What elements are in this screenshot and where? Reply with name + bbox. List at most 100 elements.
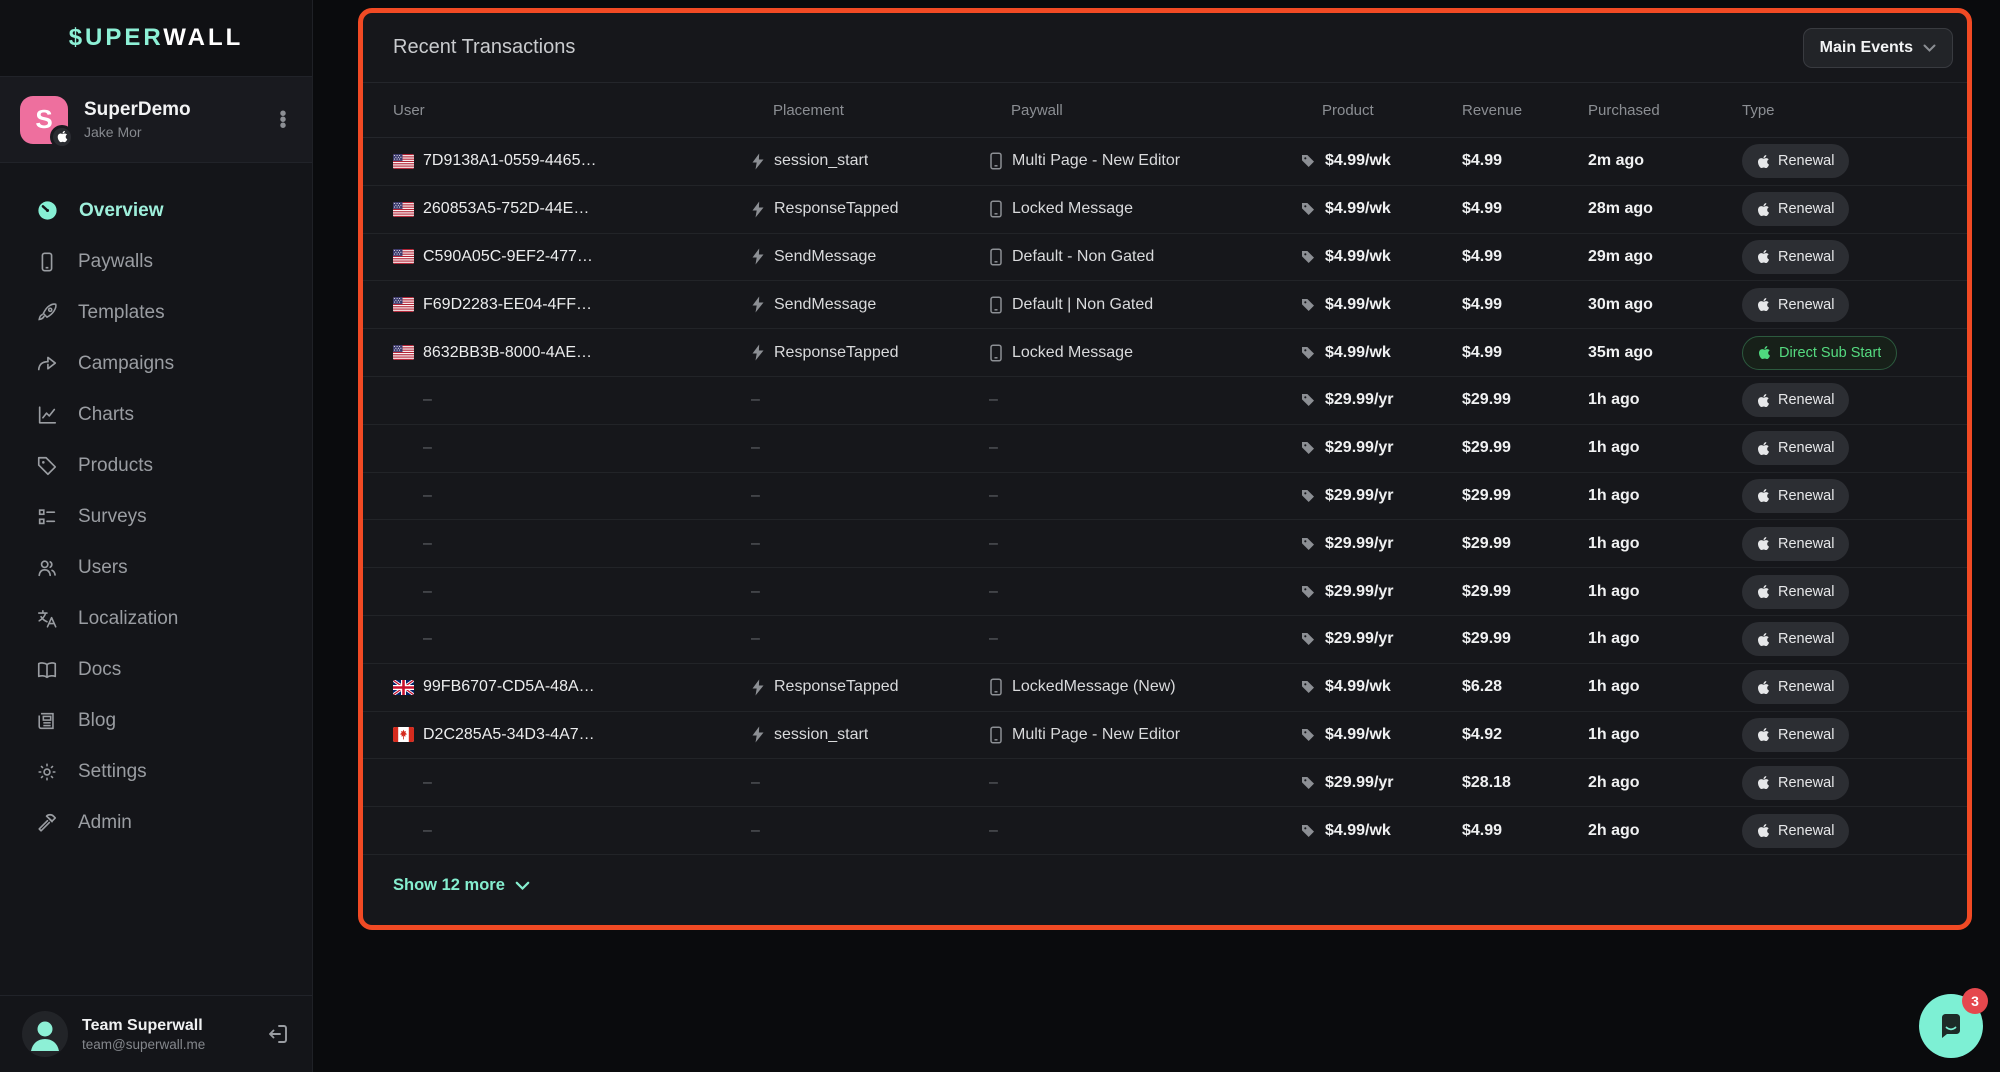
purchased-time: 2h ago (1588, 822, 1742, 840)
main-events-dropdown[interactable]: Main Events (1803, 28, 1953, 68)
sidebar-item-campaigns[interactable]: Campaigns (0, 338, 312, 389)
placement-name: – (751, 391, 760, 409)
column-header-type: Type (1742, 102, 1937, 119)
product-price: $29.99/yr (1325, 391, 1394, 409)
user-id: F69D2283-EE04-4FF… (423, 296, 592, 314)
sidebar-item-templates[interactable]: Templates (0, 287, 312, 338)
logo-rest-text: WALL (163, 24, 243, 51)
revenue-value: $6.28 (1462, 678, 1588, 696)
placement-name: – (751, 439, 760, 457)
apple-icon (1757, 249, 1770, 264)
product-price: $4.99/wk (1325, 678, 1391, 696)
gauge-icon (36, 199, 59, 222)
product-price: $4.99/wk (1325, 296, 1391, 314)
placement-name: – (751, 487, 760, 505)
placement-name: SendMessage (774, 248, 876, 266)
apple-icon (1757, 823, 1770, 838)
chevron-down-icon (515, 881, 530, 891)
paywall-phone-icon (989, 726, 1003, 744)
logo: $UPERWALL (0, 0, 312, 77)
product-tag-icon (1300, 297, 1316, 313)
workspace-name: SuperDemo (84, 99, 258, 121)
table-row[interactable]: – – – $29.99/yr $29.99 1h ago Renewal (363, 425, 1967, 473)
chat-launcher-button[interactable]: 3 (1919, 994, 1983, 1058)
placement-name: – (751, 822, 760, 840)
account-section[interactable]: Team Superwall team@superwall.me (0, 995, 312, 1072)
table-row[interactable]: – – – $29.99/yr $28.18 2h ago Renewal (363, 759, 1967, 807)
sidebar-item-admin[interactable]: Admin (0, 797, 312, 848)
sidebar-item-settings[interactable]: Settings (0, 746, 312, 797)
purchased-time: 1h ago (1588, 726, 1742, 744)
revenue-value: $29.99 (1462, 630, 1588, 648)
campaign-arrow-icon (36, 353, 58, 375)
sidebar-item-users[interactable]: Users (0, 542, 312, 593)
sidebar-item-charts[interactable]: Charts (0, 389, 312, 440)
product-price: $29.99/yr (1325, 439, 1394, 457)
newspaper-icon (36, 710, 58, 732)
table-row[interactable]: F69D2283-EE04-4FF… SendMessage Default |… (363, 281, 1967, 329)
product-price: $29.99/yr (1325, 487, 1394, 505)
table-row[interactable]: 7D9138A1-0559-4465… session_start Multi … (363, 138, 1967, 186)
column-header-placement: Placement (751, 102, 989, 119)
show-more-button[interactable]: Show 12 more (363, 855, 1967, 917)
product-tag-icon (1300, 392, 1316, 408)
apple-icon (1757, 536, 1770, 551)
apple-icon (1758, 345, 1771, 360)
flag-ca-icon (393, 727, 414, 742)
table-row[interactable]: – – – $29.99/yr $29.99 1h ago Renewal (363, 616, 1967, 664)
column-header-product: Product (1300, 102, 1462, 119)
paywall-name: – (989, 774, 998, 792)
table-row[interactable]: 260853A5-752D-44E… ResponseTapped Locked… (363, 186, 1967, 234)
revenue-value: $4.99 (1462, 296, 1588, 314)
product-tag-icon (1300, 440, 1316, 456)
logout-icon[interactable] (266, 1022, 290, 1046)
transaction-type-badge: Renewal (1742, 479, 1849, 513)
purchased-time: 2m ago (1588, 152, 1742, 170)
user-id: – (423, 535, 432, 553)
flag-us-icon (393, 823, 414, 838)
paywall-name: Multi Page - New Editor (1012, 152, 1180, 170)
table-row[interactable]: 8632BB3B-8000-4AE… ResponseTapped Locked… (363, 329, 1967, 377)
flag-us-icon (393, 202, 414, 217)
table-row[interactable]: – – – $29.99/yr $29.99 1h ago Renewal (363, 473, 1967, 521)
transaction-type-badge: Renewal (1742, 192, 1849, 226)
paywall-phone-icon (989, 200, 1003, 218)
purchased-time: 1h ago (1588, 391, 1742, 409)
table-row[interactable]: C590A05C-9EF2-477… SendMessage Default -… (363, 234, 1967, 282)
sidebar-item-paywalls[interactable]: Paywalls (0, 236, 312, 287)
table-row[interactable]: D2C285A5-34D3-4A7… session_start Multi P… (363, 712, 1967, 760)
column-header-user: User (393, 102, 751, 119)
product-tag-icon (1300, 631, 1316, 647)
sidebar-item-overview[interactable]: Overview (0, 185, 312, 236)
paywall-name: Locked Message (1012, 344, 1133, 362)
table-row[interactable]: – – – $29.99/yr $29.99 1h ago Renewal (363, 568, 1967, 616)
table-row[interactable]: – – – $4.99/wk $4.99 2h ago Renewal (363, 807, 1967, 855)
placement-name: session_start (774, 726, 868, 744)
transaction-type-badge: Renewal (1742, 814, 1849, 848)
placement-name: – (751, 774, 760, 792)
sidebar-item-blog[interactable]: Blog (0, 695, 312, 746)
account-name: Team Superwall (82, 1017, 252, 1035)
purchased-time: 35m ago (1588, 344, 1742, 362)
lightning-icon (751, 201, 765, 218)
paywall-name: – (989, 630, 998, 648)
table-row[interactable]: – – – $29.99/yr $29.99 1h ago Renewal (363, 520, 1967, 568)
workspace-switcher[interactable]: S SuperDemo Jake Mor ••• (0, 77, 312, 163)
sidebar-item-docs[interactable]: Docs (0, 644, 312, 695)
sidebar-item-localization[interactable]: Localization (0, 593, 312, 644)
product-tag-icon (1300, 249, 1316, 265)
sidebar-item-surveys[interactable]: Surveys (0, 491, 312, 542)
transaction-type-badge: Renewal (1742, 288, 1849, 322)
user-id: 8632BB3B-8000-4AE… (423, 344, 592, 362)
recent-transactions-panel highlight-border: Recent Transactions Main Events User Pla… (358, 8, 1972, 930)
book-icon (36, 659, 58, 681)
transaction-type-badge: Renewal (1742, 622, 1849, 656)
table-row[interactable]: – – – $29.99/yr $29.99 1h ago Renewal (363, 377, 1967, 425)
user-id: 7D9138A1-0559-4465… (423, 152, 596, 170)
transaction-type-badge: Renewal (1742, 431, 1849, 465)
revenue-value: $28.18 (1462, 774, 1588, 792)
table-row[interactable]: 99FB6707-CD5A-48A… ResponseTapped Locked… (363, 664, 1967, 712)
purchased-time: 1h ago (1588, 678, 1742, 696)
sidebar-item-products[interactable]: Products (0, 440, 312, 491)
workspace-menu-icon[interactable]: ••• (274, 111, 292, 129)
